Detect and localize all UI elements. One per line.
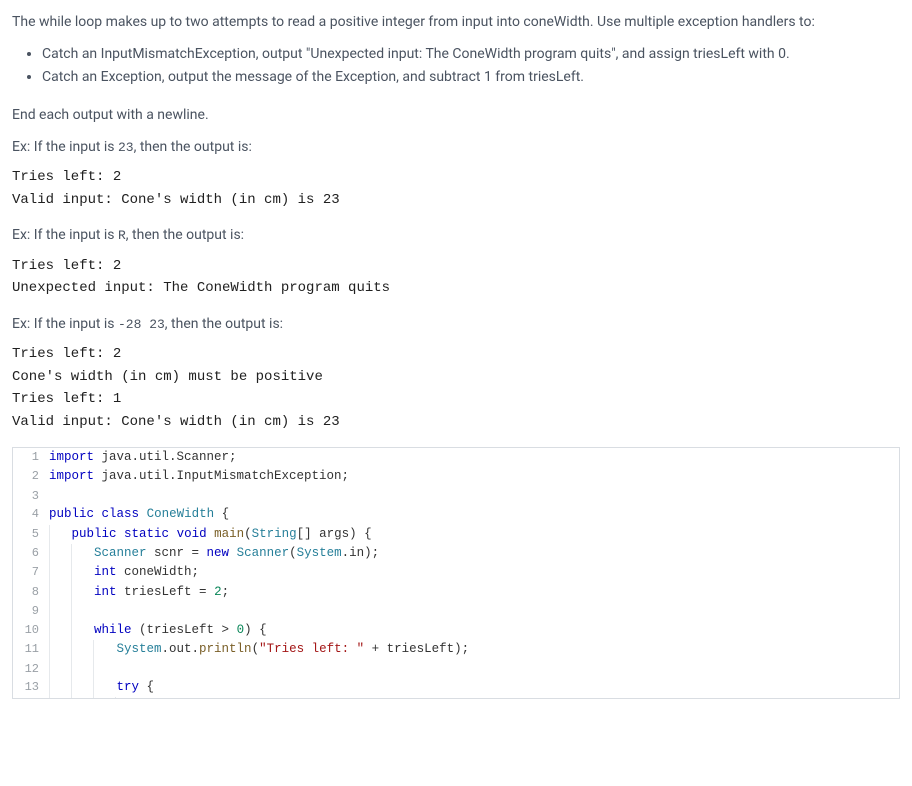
code-line: 12 (13, 660, 899, 679)
code-cell[interactable]: while (triesLeft > 0) { (47, 621, 899, 640)
code-line: 1import java.util.Scanner; (13, 448, 899, 467)
line-number: 4 (13, 505, 47, 524)
code-cell[interactable]: int triesLeft = 2; (47, 583, 899, 602)
end-note: End each output with a newline. (12, 105, 900, 127)
line-number: 5 (13, 525, 47, 544)
code-cell[interactable]: System.out.println("Tries left: " + trie… (47, 640, 899, 659)
bullet-2: Catch an Exception, output the message o… (42, 67, 900, 89)
ex2-post: , then the output is: (126, 227, 244, 243)
code-cell[interactable]: public class ConeWidth { (47, 505, 899, 524)
code-line: 11 System.out.println("Tries left: " + t… (13, 640, 899, 659)
code-line: 3 (13, 487, 899, 506)
ex3-post: , then the output is: (165, 316, 283, 332)
example-2-output: Tries left: 2 Unexpected input: The Cone… (12, 255, 900, 300)
code-cell[interactable]: Scanner scnr = new Scanner(System.in); (47, 544, 899, 563)
code-table: 1import java.util.Scanner;2import java.u… (13, 448, 899, 698)
code-cell[interactable]: import java.util.Scanner; (47, 448, 899, 467)
line-number: 9 (13, 602, 47, 621)
intro-text: The while loop makes up to two attempts … (12, 12, 900, 34)
ex2-pre: Ex: If the input is (12, 227, 118, 243)
code-editor[interactable]: 1import java.util.Scanner;2import java.u… (12, 447, 900, 699)
code-line: 2import java.util.InputMismatchException… (13, 467, 899, 486)
ex3-input: -28 23 (118, 317, 165, 332)
code-line: 10 while (triesLeft > 0) { (13, 621, 899, 640)
code-line: 5 public static void main(String[] args)… (13, 525, 899, 544)
line-number: 10 (13, 621, 47, 640)
bullet-1: Catch an InputMismatchException, output … (42, 44, 900, 66)
code-cell[interactable] (47, 602, 899, 621)
code-line: 13 try { (13, 678, 899, 697)
line-number: 8 (13, 583, 47, 602)
line-number: 2 (13, 467, 47, 486)
example-2-label: Ex: If the input is R, then the output i… (12, 225, 900, 247)
line-number: 13 (13, 678, 47, 697)
code-cell[interactable] (47, 487, 899, 506)
ex3-pre: Ex: If the input is (12, 316, 118, 332)
example-3-output: Tries left: 2 Cone's width (in cm) must … (12, 343, 900, 433)
code-scroll[interactable]: 1import java.util.Scanner;2import java.u… (13, 448, 899, 698)
code-cell[interactable] (47, 660, 899, 679)
code-cell[interactable]: try { (47, 678, 899, 697)
line-number: 3 (13, 487, 47, 506)
instruction-list: Catch an InputMismatchException, output … (12, 44, 900, 89)
line-number: 1 (13, 448, 47, 467)
code-line: 4public class ConeWidth { (13, 505, 899, 524)
line-number: 6 (13, 544, 47, 563)
line-number: 7 (13, 563, 47, 582)
code-line: 9 (13, 602, 899, 621)
ex1-input: 23 (118, 140, 134, 155)
ex2-input: R (118, 228, 126, 243)
line-number: 11 (13, 640, 47, 659)
code-line: 8 int triesLeft = 2; (13, 583, 899, 602)
line-number: 12 (13, 660, 47, 679)
example-1-label: Ex: If the input is 23, then the output … (12, 137, 900, 159)
code-cell[interactable]: int coneWidth; (47, 563, 899, 582)
code-line: 6 Scanner scnr = new Scanner(System.in); (13, 544, 899, 563)
ex1-pre: Ex: If the input is (12, 139, 118, 155)
example-1-output: Tries left: 2 Valid input: Cone's width … (12, 166, 900, 211)
code-cell[interactable]: import java.util.InputMismatchException; (47, 467, 899, 486)
code-line: 7 int coneWidth; (13, 563, 899, 582)
code-cell[interactable]: public static void main(String[] args) { (47, 525, 899, 544)
example-3-label: Ex: If the input is -28 23, then the out… (12, 314, 900, 336)
ex1-post: , then the output is: (134, 139, 252, 155)
